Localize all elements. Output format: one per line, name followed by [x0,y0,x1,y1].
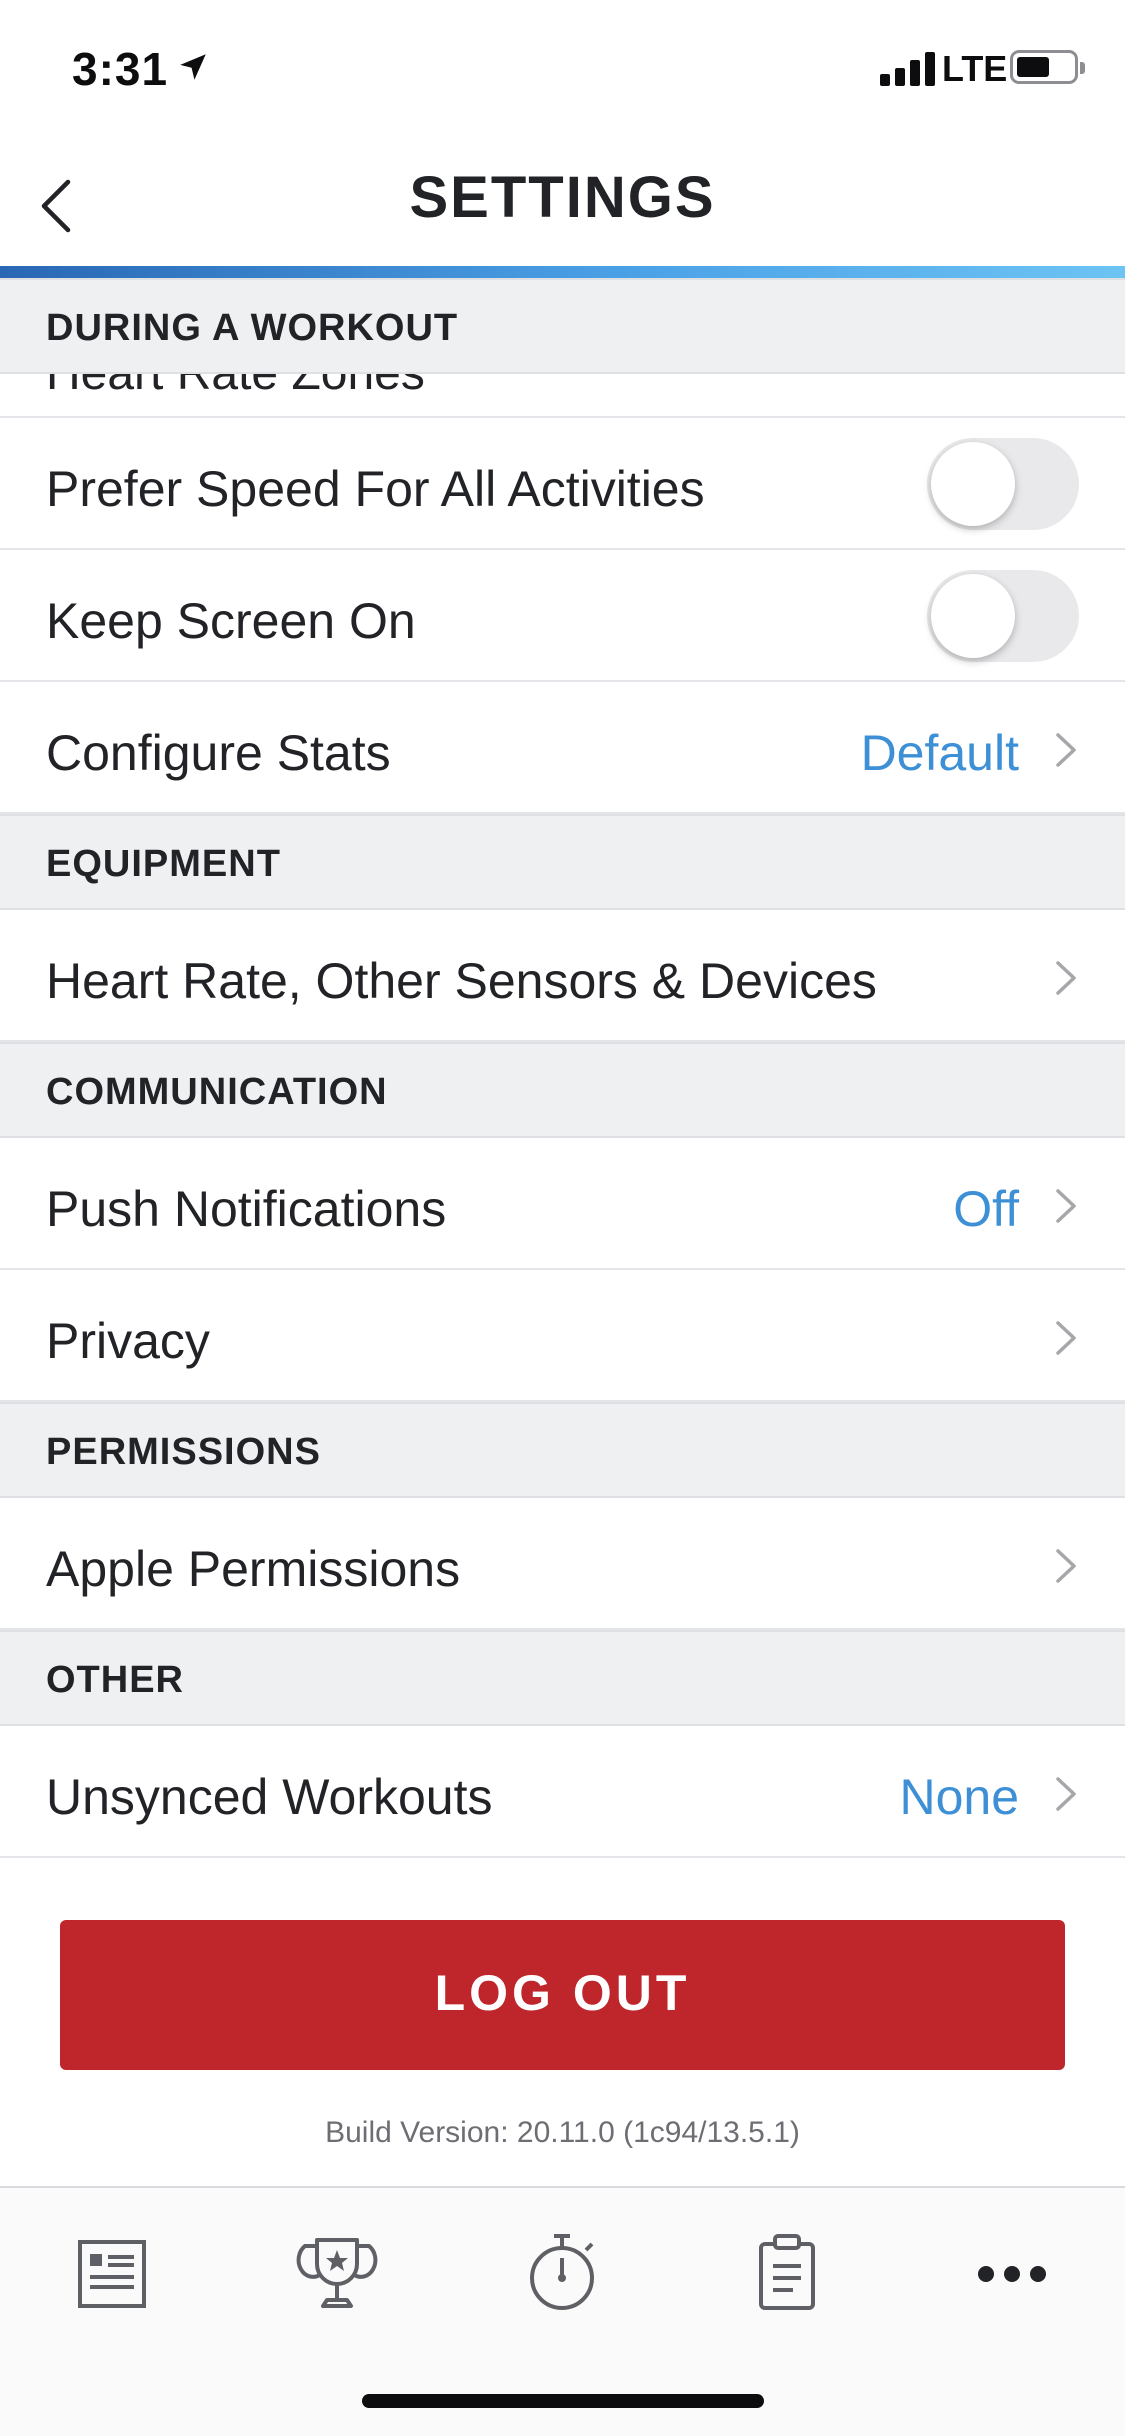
row-label: Configure Stats [46,725,391,781]
sensors-devices-row[interactable]: Heart Rate, Other Sensors & Devices [0,910,1125,1042]
tab-challenges[interactable] [277,2214,397,2334]
section-header-equipment: EQUIPMENT [0,814,1125,910]
row-value: Default [860,725,1019,781]
section-header-permissions: PERMISSIONS [0,1402,1125,1498]
prefer-speed-row: Prefer Speed For All Activities [0,418,1125,550]
home-indicator[interactable] [362,2394,764,2408]
chevron-right-icon [1056,1549,1076,1583]
section-title: DURING A WORKOUT [46,307,459,349]
section-title: COMMUNICATION [46,1071,388,1113]
clipboard-icon [759,2234,815,2310]
row-label: Heart Rate Zones [46,374,425,401]
tab-record[interactable] [502,2214,622,2334]
row-label: Prefer Speed For All Activities [46,461,705,517]
logout-button[interactable]: LOG OUT [60,1920,1065,2070]
tab-feed[interactable] [52,2214,172,2334]
tab-plans[interactable] [727,2214,847,2334]
logout-label: LOG OUT [434,1965,691,2021]
push-notifications-row[interactable]: Push Notifications Off [0,1138,1125,1270]
section-title: OTHER [46,1659,184,1701]
toggle-knob [931,442,1015,526]
chevron-right-icon [1056,1321,1076,1355]
row-value: None [899,1769,1019,1825]
chevron-right-icon [1056,733,1076,767]
header-accent-bar [0,266,1125,278]
row-value: Off [953,1181,1019,1237]
keep-screen-on-toggle[interactable] [927,570,1079,662]
settings-list[interactable]: DURING A WORKOUT Heart Rate Zones Prefer… [0,278,1125,2188]
configure-stats-row[interactable]: Configure Stats Default [0,682,1125,814]
row-label: Keep Screen On [46,593,416,649]
chevron-right-icon [1056,961,1076,995]
row-label: Privacy [46,1313,210,1369]
row-label: Unsynced Workouts [46,1769,493,1825]
nav-header: SETTINGS [0,140,1125,268]
section-header-communication: COMMUNICATION [0,1042,1125,1138]
chevron-right-icon [1056,1777,1076,1811]
cellular-signal-icon [880,50,936,86]
status-bar: 3:31 LTE [0,0,1125,140]
page-title: SETTINGS [409,165,716,230]
feed-icon [78,2240,146,2308]
location-arrow-icon [180,54,206,80]
apple-permissions-row[interactable]: Apple Permissions [0,1498,1125,1630]
row-label: Heart Rate, Other Sensors & Devices [46,953,877,1009]
network-type: LTE [942,48,1008,89]
logout-area: LOG OUT Build Version: 20.11.0 (1c94/13.… [0,1858,1125,2188]
section-header-other: OTHER [0,1630,1125,1726]
section-header-during-workout: DURING A WORKOUT [0,278,1125,374]
row-label: Push Notifications [46,1181,447,1237]
build-version: Build Version: 20.11.0 (1c94/13.5.1) [325,2116,800,2149]
privacy-row[interactable]: Privacy [0,1270,1125,1402]
heart-rate-zones-row[interactable]: Heart Rate Zones [0,374,1125,418]
more-icon [978,2266,1046,2282]
toggle-knob [931,574,1015,658]
stopwatch-icon [530,2234,594,2310]
prefer-speed-toggle[interactable] [927,438,1079,530]
section-title: EQUIPMENT [46,843,281,885]
section-title: PERMISSIONS [46,1431,321,1473]
tab-more[interactable] [952,2214,1072,2334]
chevron-right-icon [1056,1189,1076,1223]
trophy-icon [296,2238,378,2308]
row-label: Apple Permissions [46,1541,461,1597]
status-time: 3:31 [72,43,169,95]
battery-icon [1010,50,1085,84]
unsynced-workouts-row[interactable]: Unsynced Workouts None [0,1726,1125,1858]
keep-screen-on-row: Keep Screen On [0,550,1125,682]
